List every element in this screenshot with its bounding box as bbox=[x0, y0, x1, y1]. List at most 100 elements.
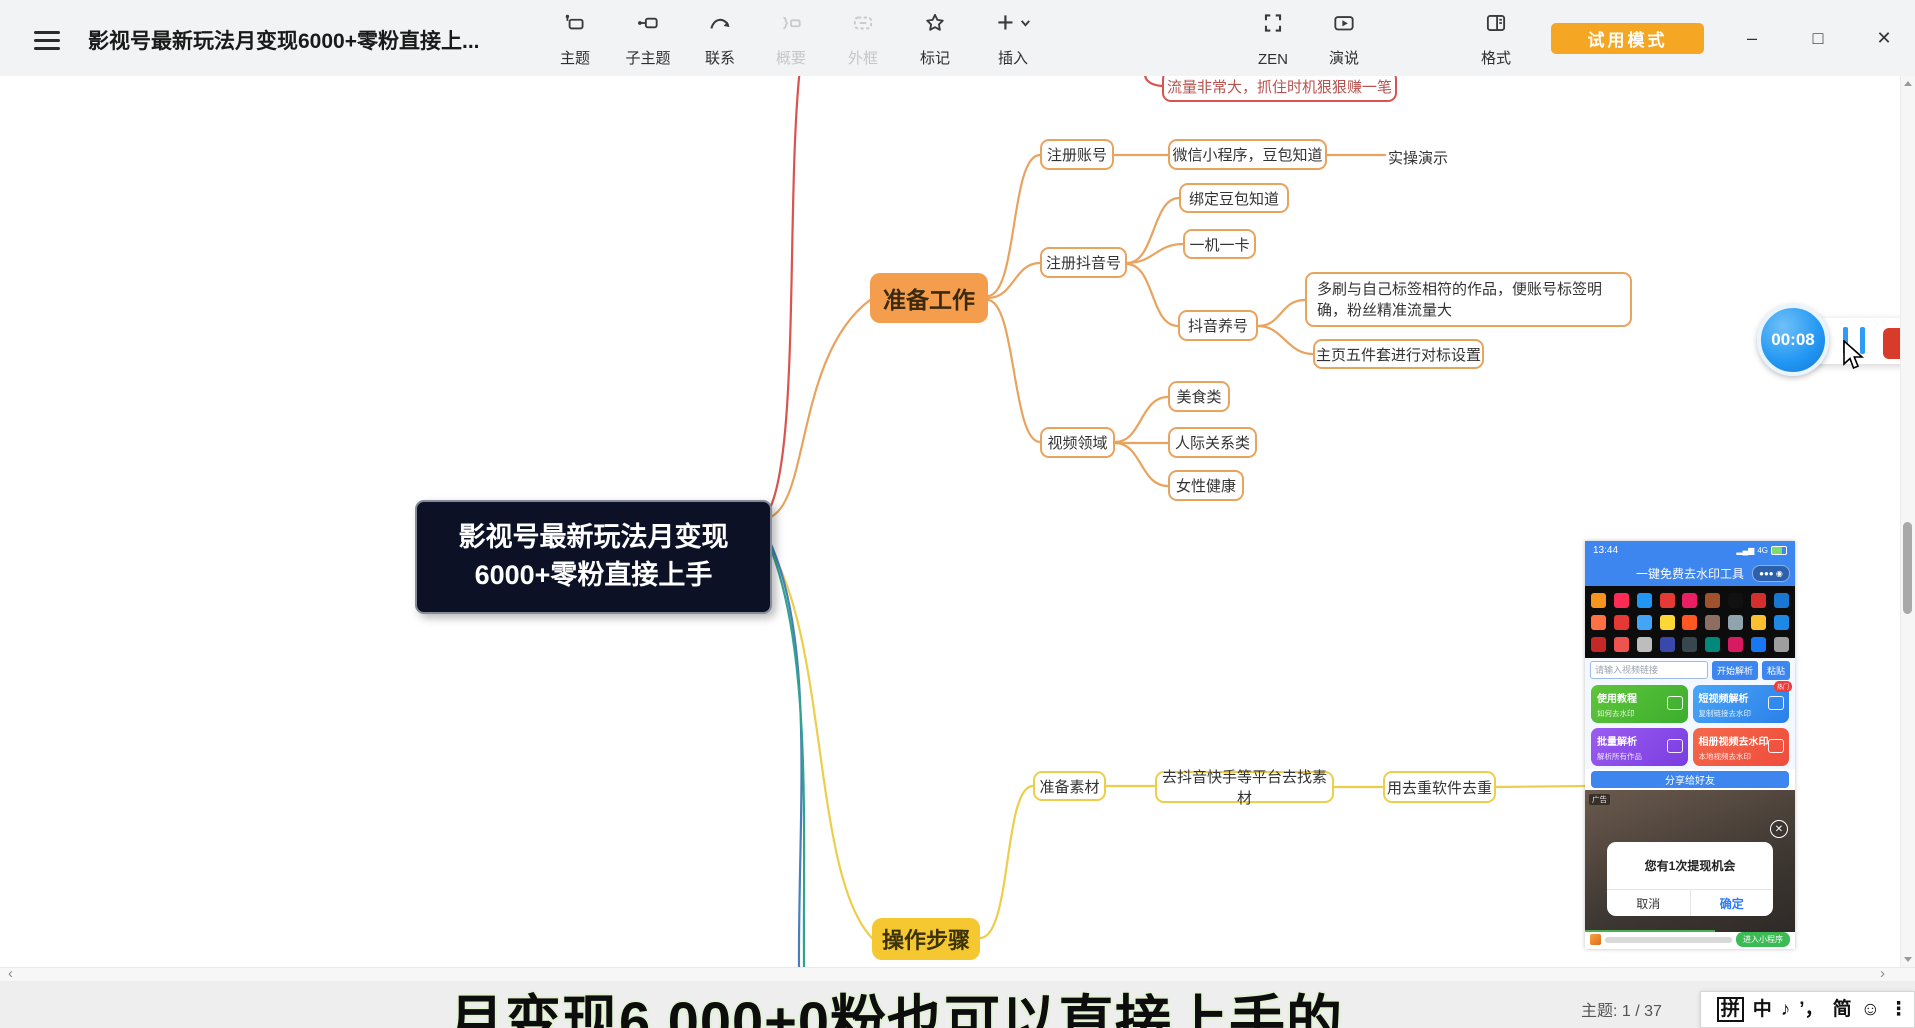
node-find-material[interactable]: 去抖音快手等平台去找素材 bbox=[1155, 771, 1334, 803]
vertical-scrollbar[interactable] bbox=[1900, 76, 1915, 967]
toolbar-format-button[interactable]: 格式 bbox=[1460, 8, 1532, 70]
scroll-up-arrow-icon[interactable] bbox=[1904, 81, 1912, 86]
topic-counter: 主题: 1 / 37 bbox=[1581, 997, 1662, 1021]
toolbar-zen-button[interactable]: ZEN bbox=[1237, 8, 1309, 70]
phone-input-row: 请输入视频链接 开始解析 粘贴 bbox=[1585, 658, 1795, 682]
node-douyin-nurture[interactable]: 抖音养号 bbox=[1178, 310, 1258, 341]
relation-icon bbox=[707, 10, 733, 36]
app-icon bbox=[1591, 637, 1606, 652]
root-topic-node[interactable]: 影视号最新玩法月变现 6000+零粉直接上手 bbox=[415, 500, 772, 614]
ime-skin-icon[interactable]: ☺ bbox=[1861, 1000, 1880, 1019]
recording-timer[interactable]: 00:08 bbox=[1757, 304, 1829, 376]
ime-toolbar[interactable]: 拼 中 ♪ ’， 简 ☺ ⋮ bbox=[1700, 991, 1915, 1028]
node-bind-doubao[interactable]: 绑定豆包知道 bbox=[1179, 183, 1289, 213]
miniprogram-capsule: ●●● ◉ bbox=[1752, 565, 1790, 582]
phone-feature-cards: 使用教程 如何去水印 热门 短视频解析 复制链接去水印 批量解析 解析所有作品 … bbox=[1585, 682, 1795, 769]
toolbar-relation-button[interactable]: 联系 bbox=[684, 8, 756, 70]
trial-mode-button[interactable]: 试用模式 bbox=[1551, 23, 1704, 54]
app-icon bbox=[1660, 615, 1675, 630]
label-demo[interactable]: 实操演示 bbox=[1388, 147, 1448, 168]
window-close-button[interactable]: ✕ bbox=[1867, 22, 1901, 54]
app-icon bbox=[1682, 615, 1697, 630]
node-female-health[interactable]: 女性健康 bbox=[1168, 470, 1244, 501]
node-one-device-one-card[interactable]: 一机一卡 bbox=[1183, 229, 1256, 259]
node-profile-setup[interactable]: 主页五件套进行对标设置 bbox=[1313, 339, 1484, 369]
video-link-input: 请输入视频链接 bbox=[1590, 661, 1708, 679]
node-brush-videos[interactable]: 多刷与自己标签相符的作品，便账号标签明确，粉丝精准流量大 bbox=[1305, 272, 1632, 327]
format-panel-icon bbox=[1483, 10, 1509, 36]
toolbar-present-button[interactable]: 演说 bbox=[1308, 8, 1380, 70]
node-dedupe-software[interactable]: 用去重软件去重 bbox=[1383, 771, 1496, 803]
hamburger-menu-icon[interactable] bbox=[34, 26, 60, 48]
ime-language-toggle[interactable]: 中 bbox=[1753, 1000, 1772, 1019]
mindmap-canvas[interactable]: 影视号最新玩法月变现 6000+零粉直接上手 流量非常大，抓住时机狠狠赚一笔 准… bbox=[0, 76, 1915, 967]
scroll-down-arrow-icon[interactable] bbox=[1904, 957, 1912, 962]
app-icon bbox=[1682, 593, 1697, 608]
app-icon bbox=[1660, 593, 1675, 608]
scroll-right-arrow-icon[interactable]: › bbox=[1880, 965, 1885, 982]
zen-mode-icon bbox=[1260, 10, 1286, 36]
node-wechat-miniprogram[interactable]: 微信小程序，豆包知道 bbox=[1168, 139, 1327, 170]
scroll-left-arrow-icon[interactable]: ‹ bbox=[8, 965, 13, 982]
node-register-account[interactable]: 注册账号 bbox=[1040, 139, 1114, 170]
card-batch-icon bbox=[1667, 739, 1683, 753]
ime-simplified-toggle[interactable]: 简 bbox=[1833, 1000, 1852, 1019]
app-icon bbox=[1705, 615, 1720, 630]
toolbar-insert-button[interactable]: 插入 bbox=[977, 8, 1049, 70]
app-icon bbox=[1774, 593, 1789, 608]
app-icon bbox=[1614, 615, 1629, 630]
window-minimize-button[interactable]: – bbox=[1735, 22, 1769, 54]
attached-phone-screenshot[interactable]: 13:44 ▂▄▆ 4G 一键免费去水印工具 ●●● ◉ 请输入视频链接 开始解… bbox=[1585, 541, 1795, 949]
withdraw-modal: 您有1次提现机会 取消 确定 bbox=[1607, 842, 1773, 916]
toolbar-present-label: 演说 bbox=[1329, 47, 1359, 68]
insert-plus-icon bbox=[993, 10, 1033, 36]
node-register-douyin[interactable]: 注册抖音号 bbox=[1040, 247, 1127, 278]
app-icon bbox=[1705, 637, 1720, 652]
topic-icon bbox=[562, 10, 588, 36]
phone-app-grid bbox=[1585, 586, 1795, 658]
ad-progress-bar bbox=[1585, 930, 1715, 932]
app-icon bbox=[1614, 593, 1629, 608]
node-prepare-material[interactable]: 准备素材 bbox=[1033, 771, 1106, 801]
toolbar-frame-button[interactable]: 外框 bbox=[827, 8, 899, 70]
toolbar-zen-label: ZEN bbox=[1258, 51, 1288, 68]
withdraw-modal-text: 您有1次提现机会 bbox=[1607, 842, 1773, 889]
toolbar-subtopic-label: 子主题 bbox=[625, 47, 670, 68]
title-bar: 影视号最新玩法月变现6000+零粉直接上... 主题 子主题 联系 概要 外框 … bbox=[0, 0, 1915, 77]
window-maximize-button[interactable]: □ bbox=[1801, 22, 1835, 54]
app-icon bbox=[1728, 593, 1743, 608]
ime-pinyin-icon[interactable]: 拼 bbox=[1717, 997, 1744, 1022]
app-icon bbox=[1682, 637, 1697, 652]
toolbar-subtopic-button[interactable]: 子主题 bbox=[612, 8, 684, 70]
signal-icon: ▂▄▆ bbox=[1736, 546, 1754, 555]
mouse-cursor bbox=[1842, 340, 1866, 377]
app-icon bbox=[1751, 593, 1766, 608]
node-relationship-category[interactable]: 人际关系类 bbox=[1168, 427, 1257, 458]
app-icon bbox=[1660, 637, 1675, 652]
toolbar-topic-button[interactable]: 主题 bbox=[539, 8, 611, 70]
node-food-category[interactable]: 美食类 bbox=[1168, 381, 1230, 412]
ime-punctuation-toggle[interactable]: ’， bbox=[1799, 1000, 1823, 1019]
phone-ad-area: 广告 ✕ 您有1次提现机会 取消 确定 bbox=[1585, 790, 1795, 932]
subtopic-icon bbox=[635, 10, 661, 36]
toolbar-summary-button[interactable]: 概要 bbox=[755, 8, 827, 70]
ime-more-menu-icon[interactable]: ⋮ bbox=[1889, 1000, 1908, 1019]
video-subtitle-text: 月变现6,000+0粉也可以直接上手的 bbox=[448, 977, 1343, 1028]
ad-banner-logo bbox=[1590, 934, 1601, 945]
app-icon bbox=[1728, 615, 1743, 630]
node-operation-steps[interactable]: 操作步骤 bbox=[872, 918, 980, 960]
ime-drag-handle[interactable] bbox=[1707, 998, 1708, 1022]
phone-app-header: 一键免费去水印工具 ●●● ◉ bbox=[1585, 560, 1795, 586]
node-traffic[interactable]: 流量非常大，抓住时机狠狠赚一笔 bbox=[1162, 76, 1397, 102]
vertical-scrollbar-thumb[interactable] bbox=[1903, 522, 1912, 614]
ime-sound-icon[interactable]: ♪ bbox=[1781, 1000, 1791, 1019]
toolbar-insert-label: 插入 bbox=[998, 47, 1028, 68]
toolbar-mark-label: 标记 bbox=[920, 47, 950, 68]
node-video-field[interactable]: 视频领域 bbox=[1040, 427, 1115, 458]
node-preparation[interactable]: 准备工作 bbox=[870, 273, 988, 323]
app-icon bbox=[1705, 593, 1720, 608]
battery-icon bbox=[1771, 546, 1787, 555]
play-presentation-icon bbox=[1331, 10, 1357, 36]
card-tutorial: 使用教程 如何去水印 bbox=[1591, 685, 1688, 723]
toolbar-mark-button[interactable]: 标记 bbox=[899, 8, 971, 70]
